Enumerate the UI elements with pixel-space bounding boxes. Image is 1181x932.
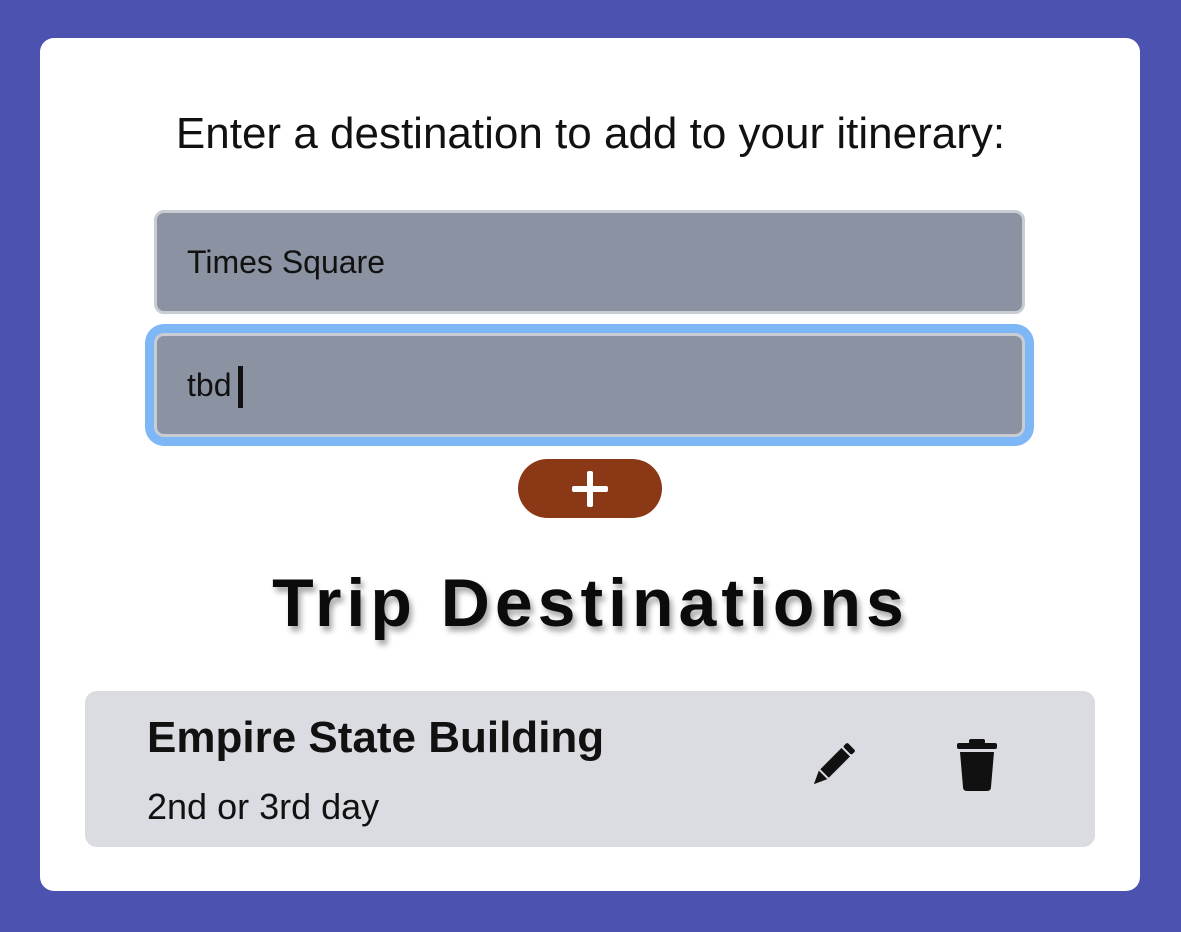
destination-input[interactable]	[154, 210, 1025, 314]
plus-icon	[572, 470, 608, 507]
destination-title: Empire State Building	[147, 713, 605, 762]
text-caret	[238, 366, 243, 408]
destination-prompt: Enter a destination to add to your itine…	[175, 109, 1006, 158]
edit-button[interactable]	[803, 735, 863, 795]
pencil-icon	[813, 743, 855, 785]
delete-button[interactable]	[947, 735, 1007, 795]
list-item: Empire State Building 2nd or 3rd day	[85, 691, 1095, 847]
trip-destinations-heading: Trip Destinations	[272, 565, 909, 641]
destination-note: 2nd or 3rd day	[147, 786, 380, 827]
trash-icon	[957, 739, 997, 791]
add-destination-button[interactable]	[518, 459, 662, 518]
note-input[interactable]	[154, 333, 1025, 437]
